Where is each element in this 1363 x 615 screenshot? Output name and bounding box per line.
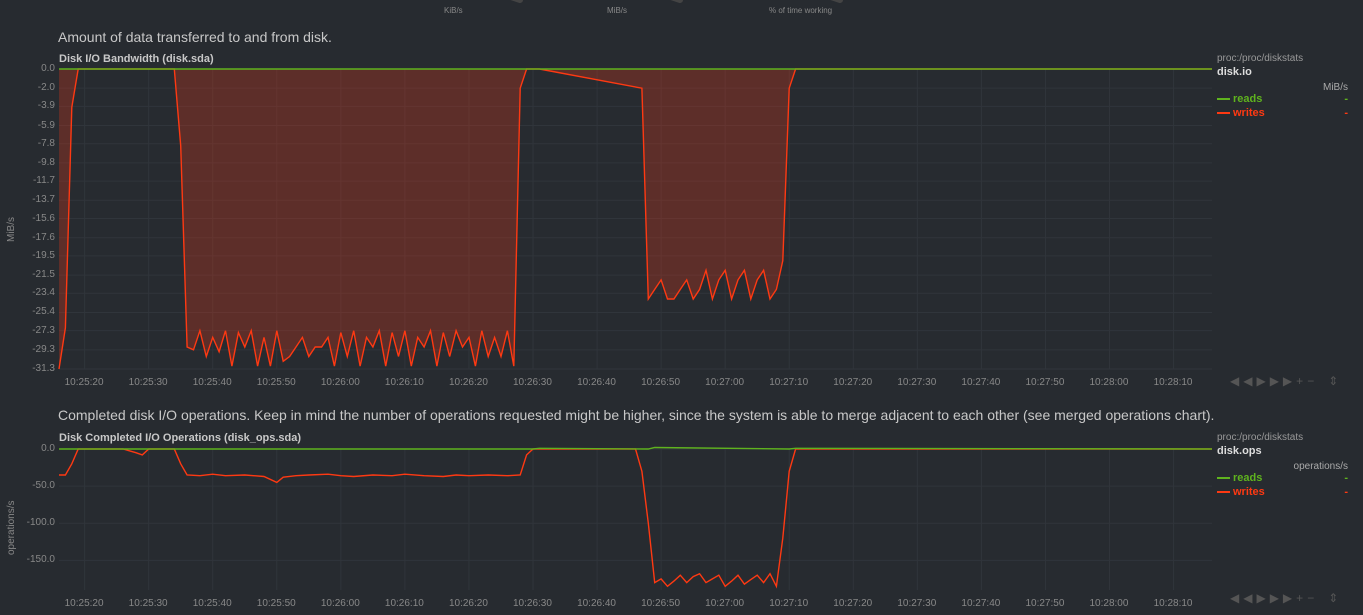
legend-dim-label: writes [1233,486,1265,498]
chart-legend: proc:/proc/diskstats disk.ops operations… [1217,432,1348,500]
legend-units: operations/s [1293,461,1348,472]
series-line-writes [59,448,1212,589]
legend-chart-name: disk.ops [1217,445,1262,457]
chart-toolbar: ◀◀▶▶▶+− ⇕ [1230,591,1342,605]
zoom-in-icon[interactable]: + [1296,591,1307,605]
legend-swatch [1217,491,1230,494]
pan-left-icon[interactable]: ◀◀ [1230,591,1256,605]
legend-dim-label: reads [1233,472,1263,484]
legend-dim-value: - [1344,486,1348,498]
legend-dim-value: - [1344,472,1348,484]
legend-context: proc:/proc/diskstats [1217,432,1304,443]
vertical-gridlines [84,449,1175,590]
play-icon[interactable]: ▶ [1256,591,1269,605]
pan-right-icon[interactable]: ▶▶ [1270,591,1296,605]
disk-ops-plot[interactable] [0,0,1363,615]
horizontal-gridlines [59,448,1212,561]
legend-dim-reads[interactable]: reads - [1217,472,1348,486]
resize-handle-icon[interactable]: ⇕ [1328,591,1342,605]
series-line-reads [59,446,1213,450]
legend-swatch [1217,477,1230,480]
legend-dim-writes[interactable]: writes - [1217,486,1348,500]
zoom-out-icon[interactable]: − [1307,591,1318,605]
